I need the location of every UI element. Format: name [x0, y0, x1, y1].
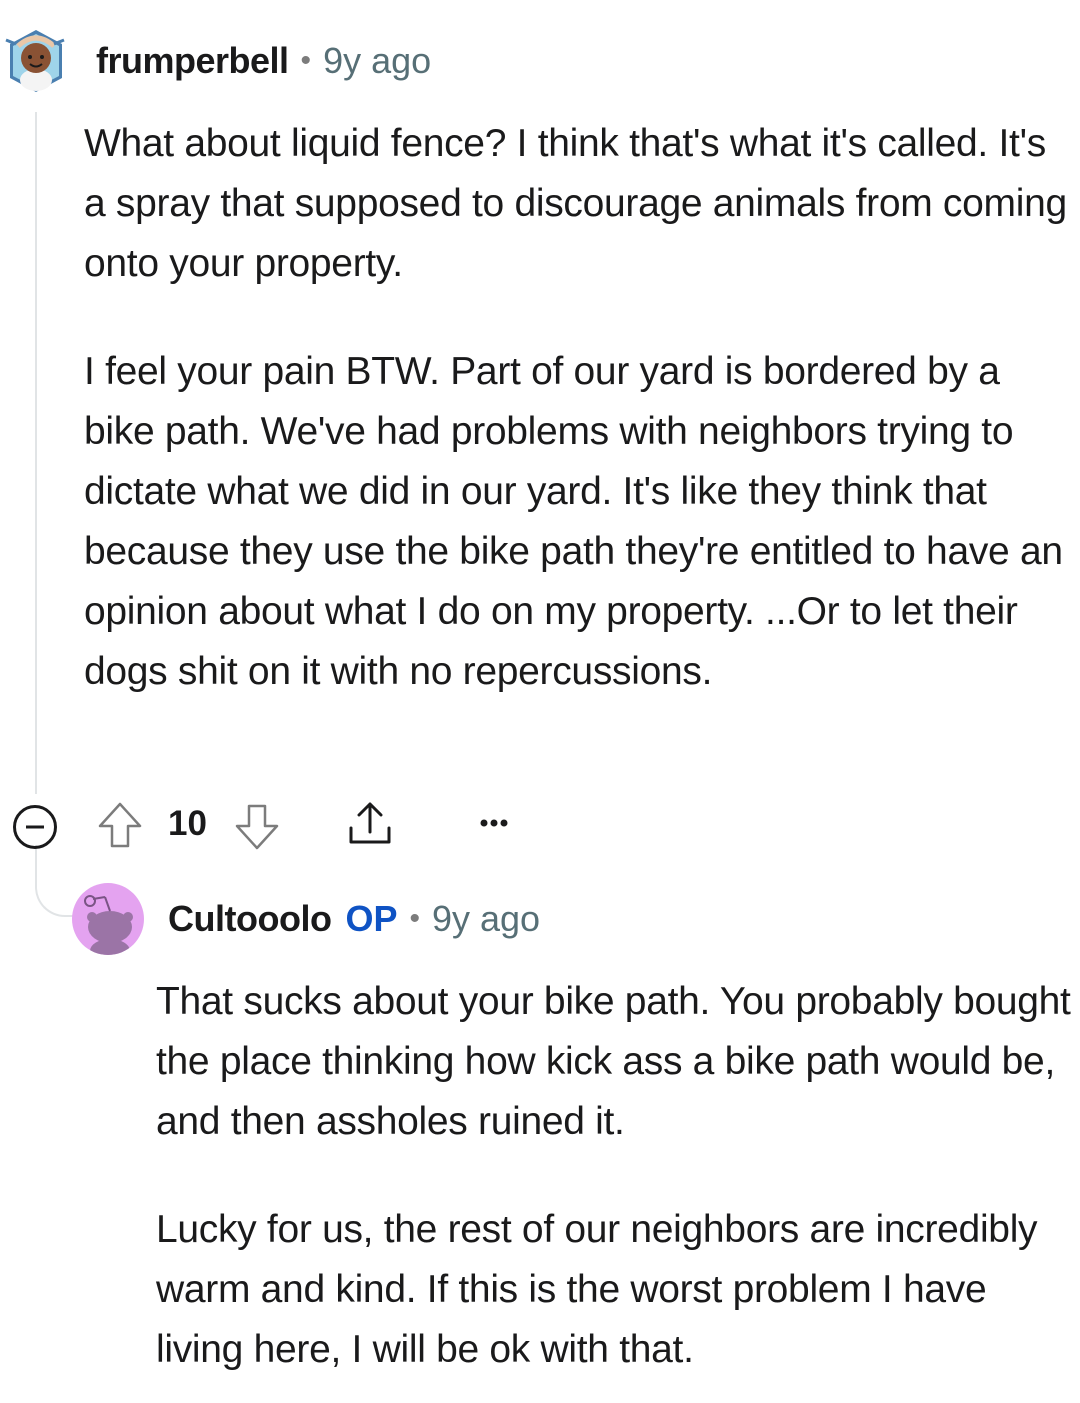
comment-paragraph: What about liquid fence? I think that's … — [84, 122, 1067, 285]
user-avatar[interactable] — [4, 26, 68, 96]
snoo-avatar-icon — [5, 30, 65, 92]
thread-line — [35, 112, 37, 794]
arrow-up-icon — [98, 802, 142, 848]
meta-separator: • — [409, 902, 420, 935]
reply-paragraph: Lucky for us, the rest of our neighbors … — [156, 1208, 1038, 1371]
comment-action-bar: 10 — [0, 794, 600, 854]
reply-meta: Cultooolo OP • 9y ago — [168, 896, 540, 942]
reply-body: That sucks about your bike path. You pro… — [156, 972, 1071, 1380]
share-button[interactable] — [345, 798, 395, 850]
more-options-button[interactable] — [474, 808, 514, 838]
reply-thread-connector — [35, 845, 77, 917]
comment-body: What about liquid fence? I think that's … — [84, 114, 1069, 702]
comment-paragraph: I feel your pain BTW. Part of our yard i… — [84, 350, 1063, 693]
meta-separator: • — [300, 44, 312, 77]
collapse-button[interactable] — [12, 804, 58, 850]
arrow-down-icon — [235, 804, 279, 850]
reply-user-avatar[interactable] — [72, 883, 144, 955]
reply-paragraph: That sucks about your bike path. You pro… — [156, 980, 1071, 1143]
upvote-button[interactable] — [96, 800, 144, 852]
share-icon — [349, 802, 391, 844]
reply-username[interactable]: Cultooolo — [168, 898, 332, 940]
op-badge: OP — [345, 898, 398, 939]
collapse-minus-icon — [13, 805, 57, 849]
ellipsis-icon — [480, 819, 508, 827]
comment-username[interactable]: frumperbell — [96, 40, 289, 82]
reply-timestamp: 9y ago — [431, 898, 541, 939]
default-snoo-avatar-icon — [84, 895, 133, 955]
downvote-button[interactable] — [233, 800, 281, 852]
vote-score: 10 — [168, 804, 207, 843]
comment-meta: frumperbell • 9y ago — [96, 38, 431, 84]
comment-timestamp: 9y ago — [323, 40, 432, 81]
